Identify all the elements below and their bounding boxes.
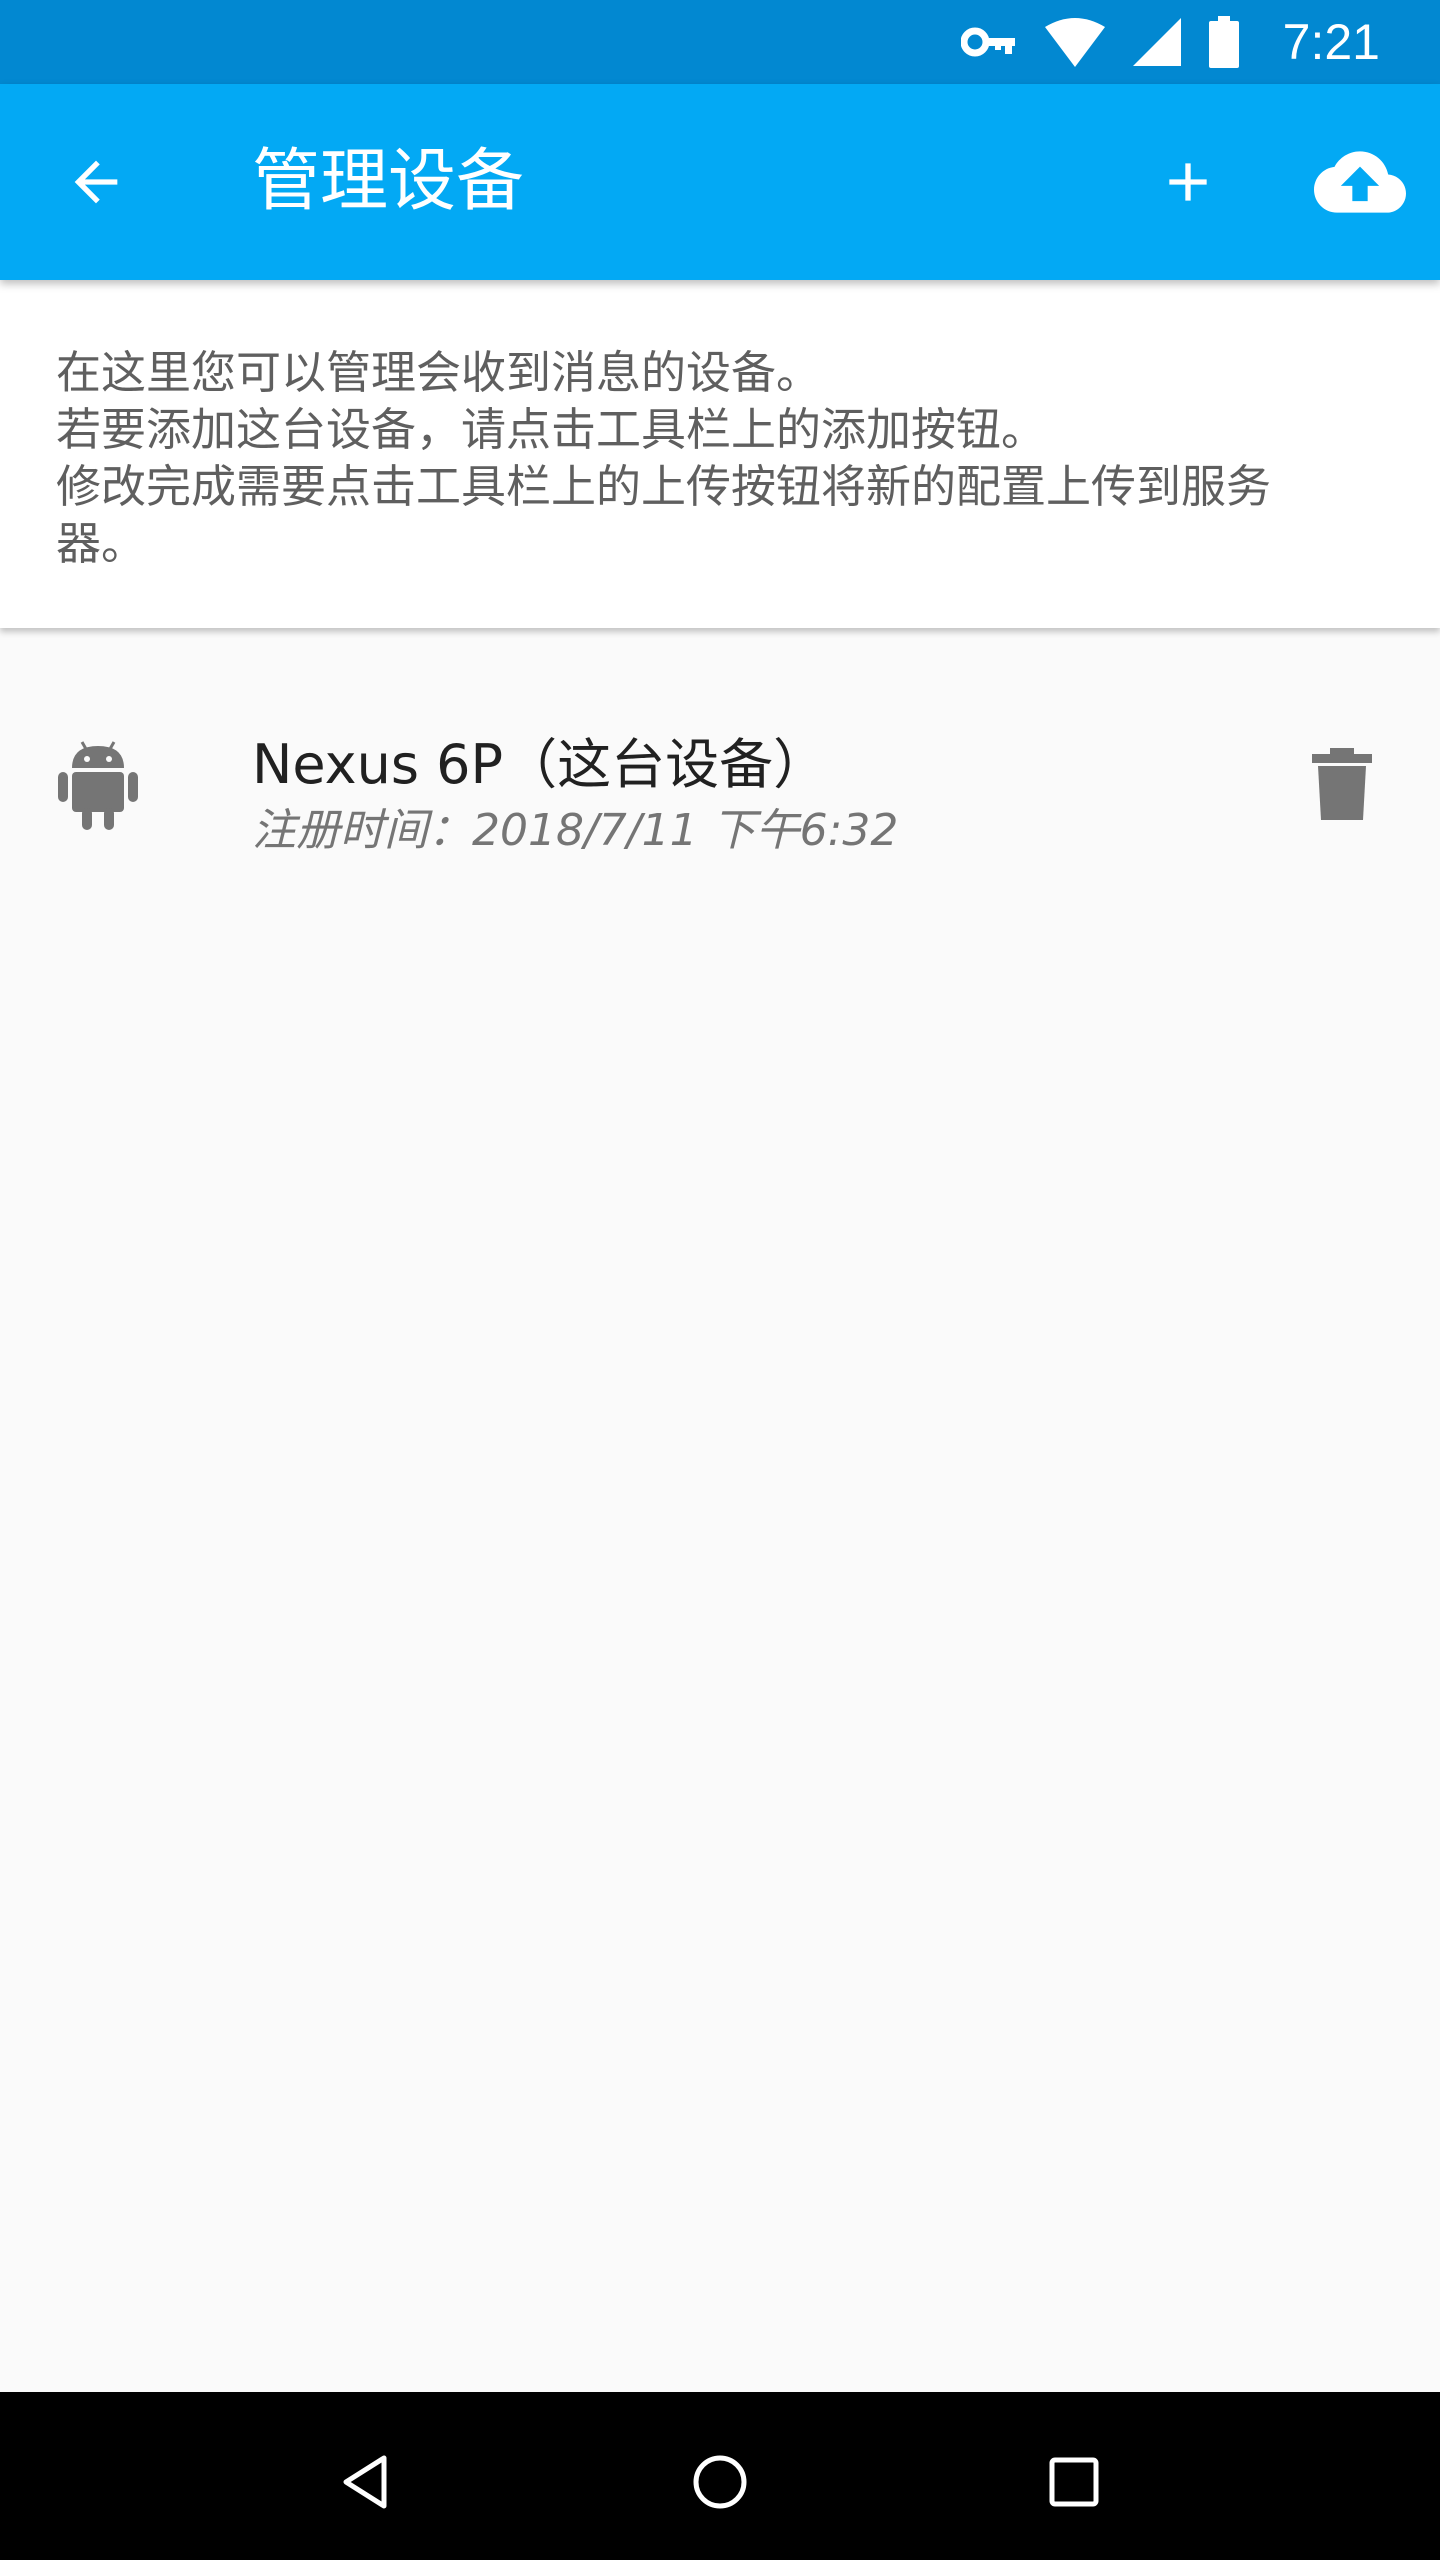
- cloud-upload-icon: [1314, 151, 1406, 213]
- arrow-back-icon: [74, 160, 118, 204]
- info-line: 若要添加这台设备，请点击工具栏上的添加按钮。: [56, 403, 1047, 456]
- back-triangle-icon: [343, 2455, 387, 2509]
- add-device-button[interactable]: [1140, 134, 1236, 230]
- device-registered-time: 注册时间：2018/7/11 下午6:32: [252, 805, 899, 856]
- status-icons: 7:21: [933, 0, 1380, 84]
- nav-home-button[interactable]: [672, 2434, 768, 2530]
- screen: 7:21 管理设备 在这里您可以管理会收到消息的设备。 若要添加这台设备，请点击…: [0, 0, 1440, 2560]
- status-bar: 7:21: [0, 0, 1440, 84]
- vpn-key-icon: [960, 22, 1017, 62]
- info-line: 修改完成需要点击工具栏上的上传按钮将新的配置上传到服务: [56, 460, 1272, 513]
- system-navigation-bar: [0, 2392, 1440, 2560]
- home-circle-icon: [693, 2455, 747, 2509]
- toolbar: 管理设备: [0, 84, 1440, 280]
- android-icon: [56, 738, 140, 830]
- delete-icon: [1312, 748, 1372, 820]
- upload-config-button[interactable]: [1300, 128, 1420, 236]
- info-card: 在这里您可以管理会收到消息的设备。 若要添加这台设备，请点击工具栏上的添加按钮。…: [0, 280, 1440, 628]
- add-icon: [1169, 163, 1207, 201]
- nav-back-button[interactable]: [318, 2434, 414, 2530]
- info-line: 器。: [56, 517, 147, 570]
- info-line: 在这里您可以管理会收到消息的设备。: [56, 346, 822, 399]
- delete-device-button[interactable]: [1300, 742, 1384, 826]
- status-time: 7:21: [1282, 14, 1380, 70]
- device-list-item[interactable]: Nexus 6P（这台设备） 注册时间：2018/7/11 下午6:32: [0, 700, 1440, 870]
- device-name: Nexus 6P（这台设备）: [252, 733, 828, 796]
- cellular-signal-icon: [1132, 18, 1181, 66]
- recents-square-icon: [1049, 2457, 1099, 2507]
- wifi-icon: [1044, 17, 1105, 67]
- page-title: 管理设备: [252, 142, 525, 221]
- nav-recents-button[interactable]: [1026, 2434, 1122, 2530]
- back-button[interactable]: [48, 134, 144, 230]
- battery-icon: [1208, 16, 1239, 68]
